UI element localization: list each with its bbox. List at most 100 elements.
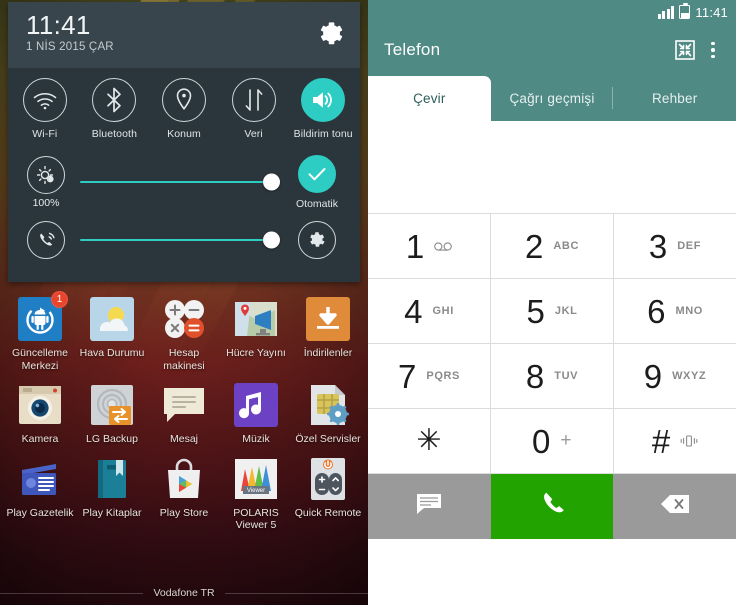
app-label: Hücre Yayını xyxy=(226,347,286,359)
status-bar-time: 11:41 xyxy=(695,4,728,20)
divider-line xyxy=(224,592,368,594)
dialpad-key-hash[interactable]: # xyxy=(614,409,736,473)
toggle-label: Veri xyxy=(244,128,263,140)
tab-label: Rehber xyxy=(651,91,698,106)
battery-icon xyxy=(679,2,691,19)
tab-cagri-gecmisi[interactable]: Çağrı geçmişi xyxy=(491,76,614,121)
vibrate-icon xyxy=(680,433,698,449)
toggle-wifi[interactable]: Wi-Fi xyxy=(10,78,80,140)
app-label: Play Gazetelik xyxy=(6,506,74,519)
ringer-control[interactable] xyxy=(20,221,72,259)
dialpad-key-0[interactable]: 0 + xyxy=(491,409,614,473)
app-label: Müzik xyxy=(242,433,270,445)
dialpad-key-2[interactable]: 2 ABC xyxy=(491,214,614,278)
app-icon-lg-backup[interactable]: LG Backup xyxy=(76,374,148,446)
app-label: Quick Remote xyxy=(294,506,362,519)
app-icon-play-gazetelik[interactable]: Play Gazetelik xyxy=(4,448,76,532)
toggle-bluetooth[interactable]: Bluetooth xyxy=(80,78,150,140)
dialpad-row: 7 PQRS 8 TUV 9 WXYZ xyxy=(368,343,736,408)
backup-icon xyxy=(89,382,135,428)
app-icon-kamera[interactable]: Kamera xyxy=(4,374,76,446)
app-icon-hava-durumu[interactable]: Hava Durumu xyxy=(76,288,148,372)
location-pin-icon xyxy=(161,78,206,122)
dialpad-key-9[interactable]: 9 WXYZ xyxy=(614,344,736,408)
brightness-control[interactable]: 100% xyxy=(20,155,72,209)
carrier-bar: Vodafone TR xyxy=(0,587,368,599)
dialpad-key-6[interactable]: 6 MNO xyxy=(614,279,736,343)
volume-slider[interactable] xyxy=(80,221,280,259)
dialpad-key-star[interactable]: ✳ xyxy=(368,409,491,473)
app-label: POLARIS Viewer 5 xyxy=(233,506,279,532)
app-icon-hesap-makinesi[interactable]: Hesap makinesi xyxy=(148,288,220,372)
toggle-location[interactable]: Konum xyxy=(149,78,219,140)
camera-icon xyxy=(17,382,63,428)
message-icon xyxy=(161,382,207,428)
brightness-value: 100% xyxy=(32,196,60,209)
left-phone-homescreen: 11:41 1 NİS 2015 ÇAR Wi-Fi Bluetooth Kon… xyxy=(0,0,368,605)
polaris-viewer-icon: Viewer xyxy=(233,456,279,502)
app-icon-guncelleme-merkezi[interactable]: 1 Güncelleme Merkezi xyxy=(4,288,76,372)
app-icon-play-store[interactable]: Play Store xyxy=(148,448,220,532)
auto-brightness-toggle[interactable]: Otomatik xyxy=(286,154,348,210)
app-icon-ozel-servisler[interactable]: Özel Servisler xyxy=(292,374,364,446)
svg-text:Viewer: Viewer xyxy=(247,488,265,494)
app-icon-muzik[interactable]: Müzik xyxy=(220,374,292,446)
dialpad-key-1[interactable]: 1 xyxy=(368,214,491,278)
bluetooth-icon xyxy=(92,78,137,122)
send-message-button[interactable] xyxy=(368,474,491,539)
toggle-sound[interactable]: Bildirim tonu xyxy=(288,78,358,140)
voicemail-icon xyxy=(434,238,453,254)
quick-remote-icon xyxy=(305,456,351,502)
key-plus: + xyxy=(560,430,573,451)
app-row: Play Gazetelik Play Kitaplar Play Store … xyxy=(0,448,368,532)
app-icon-indirilenler[interactable]: İndirilenler xyxy=(292,288,364,372)
slider-knob[interactable] xyxy=(263,173,280,191)
dialpad-key-4[interactable]: 4 GHI xyxy=(368,279,491,343)
play-books-icon xyxy=(89,456,135,502)
music-note-icon xyxy=(233,382,279,428)
toggle-data[interactable]: Veri xyxy=(219,78,289,140)
overflow-menu-icon[interactable] xyxy=(700,35,726,65)
dual-phone-screenshot: 11:41 1 NİS 2015 ÇAR Wi-Fi Bluetooth Kon… xyxy=(0,0,736,605)
toggle-label: Wi-Fi xyxy=(32,128,58,140)
ringer-icon xyxy=(27,221,65,259)
dialpad-key-3[interactable]: 3 DEF xyxy=(614,214,736,278)
app-label: Hava Durumu xyxy=(79,347,145,359)
app-grid: 1 Güncelleme Merkezi Hava Durumu Hesap m… xyxy=(0,288,368,534)
carrier-name: Vodafone TR xyxy=(153,587,215,599)
key-letters: WXYZ xyxy=(672,370,707,382)
app-icon-hucre-yayini[interactable]: Hücre Yayını xyxy=(220,288,292,372)
app-icon-polaris-viewer[interactable]: Viewer POLARIS Viewer 5 xyxy=(220,448,292,532)
key-letters: ABC xyxy=(553,240,579,252)
divider-line xyxy=(0,592,144,594)
clock-date: 1 NİS 2015 ÇAR xyxy=(26,41,114,53)
gear-icon[interactable] xyxy=(318,20,346,48)
dialpad: 1 2 ABC 3 DEF 4 GHI 5 JKL 6 MNO 7 PQRS 8… xyxy=(368,213,736,473)
dialpad-row: 1 2 ABC 3 DEF xyxy=(368,213,736,278)
key-digit: 3 xyxy=(648,227,668,265)
dialpad-key-5[interactable]: 5 JKL xyxy=(491,279,614,343)
app-icon-play-kitaplar[interactable]: Play Kitaplar xyxy=(76,448,148,532)
key-letters: JKL xyxy=(554,305,578,317)
app-label: İndirilenler xyxy=(303,347,353,359)
brightness-slider-row: 100% Otomatik xyxy=(8,154,360,210)
tab-label: Çağrı geçmişi xyxy=(509,91,595,106)
app-icon-quick-remote[interactable]: Quick Remote xyxy=(292,448,364,532)
app-icon-mesaj[interactable]: Mesaj xyxy=(148,374,220,446)
key-digit: 5 xyxy=(526,292,545,330)
dialpad-key-8[interactable]: 8 TUV xyxy=(491,344,614,408)
shrink-screen-icon[interactable] xyxy=(670,35,700,65)
clock-time: 11:41 xyxy=(26,10,91,40)
slider-knob[interactable] xyxy=(263,231,280,249)
tab-cevir[interactable]: Çevir xyxy=(368,76,491,121)
tab-rehber[interactable]: Rehber xyxy=(613,76,736,121)
quick-settings-panel: 11:41 1 NİS 2015 ÇAR Wi-Fi Bluetooth Kon… xyxy=(8,2,360,282)
dialed-number-display[interactable] xyxy=(368,121,736,213)
toggle-label: Bildirim tonu xyxy=(293,128,353,140)
volume-slider-row xyxy=(8,213,360,267)
backspace-button[interactable] xyxy=(613,474,736,539)
dialpad-key-7[interactable]: 7 PQRS xyxy=(368,344,491,408)
sound-settings-button[interactable] xyxy=(286,221,348,259)
brightness-slider[interactable] xyxy=(80,163,280,201)
call-button[interactable] xyxy=(490,474,614,539)
